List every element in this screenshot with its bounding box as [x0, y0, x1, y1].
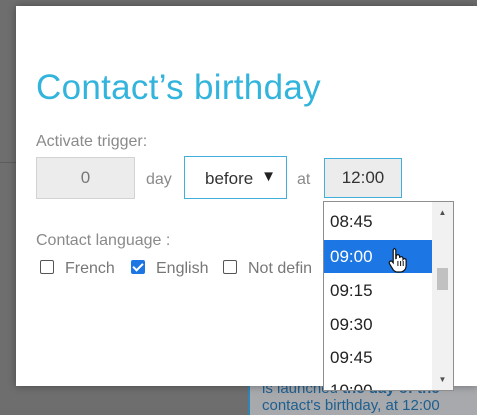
- language-option-french[interactable]: French: [40, 260, 115, 280]
- time-option-0900[interactable]: 09:00: [324, 240, 432, 273]
- time-option-1000[interactable]: 10:00: [324, 374, 432, 390]
- background-text-line2: contact's birthday, at 12:00: [262, 397, 440, 414]
- time-option-0930[interactable]: 09:30: [324, 308, 432, 341]
- time-option-0915[interactable]: 09:15: [324, 274, 432, 307]
- time-option-0945[interactable]: 09:45: [324, 341, 432, 374]
- background-divider: [0, 162, 16, 163]
- screen: is launched the day of the contact's bir…: [0, 0, 477, 415]
- scroll-up-icon[interactable]: ▲: [432, 204, 453, 221]
- language-option-not-defined[interactable]: Not defin: [223, 260, 320, 280]
- dropdown-scrollbar[interactable]: ▲ ▼: [432, 202, 453, 390]
- time-dropdown-list[interactable]: 08:45 09:00 09:15 09:30 09:45 10:00 ▲ ▼: [323, 201, 454, 391]
- dropdown-arrow-icon: ▼: [261, 168, 276, 185]
- contact-language-label: Contact language :: [36, 232, 171, 249]
- english-label: English: [156, 260, 209, 277]
- activate-trigger-label: Activate trigger:: [36, 133, 148, 150]
- scroll-thumb[interactable]: [437, 268, 448, 290]
- days-input[interactable]: [36, 157, 135, 199]
- before-after-value: before: [205, 169, 254, 188]
- scroll-down-icon[interactable]: ▼: [432, 371, 453, 388]
- modal-title: Contact’s birthday: [36, 68, 321, 107]
- day-label: day: [146, 171, 172, 188]
- hand-cursor-icon: [388, 247, 407, 273]
- not-defined-checkbox[interactable]: [223, 260, 237, 274]
- not-defined-label: Not defin: [248, 260, 313, 277]
- french-checkbox[interactable]: [40, 260, 54, 274]
- at-label: at: [297, 171, 311, 188]
- english-checkbox[interactable]: [131, 260, 145, 274]
- french-label: French: [65, 260, 115, 277]
- time-select[interactable]: 12:00: [324, 158, 402, 198]
- time-option-0845[interactable]: 08:45: [324, 205, 432, 238]
- before-after-select[interactable]: before ▼: [184, 156, 287, 199]
- language-option-english[interactable]: English: [131, 260, 208, 280]
